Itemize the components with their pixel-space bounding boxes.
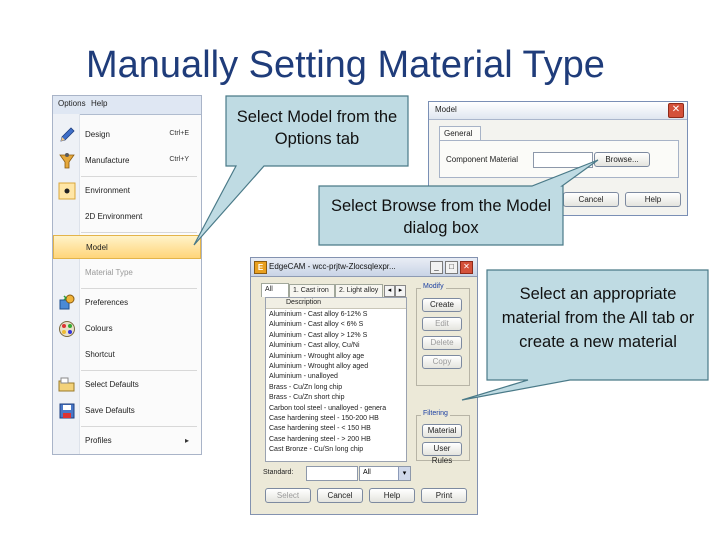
callout-material-text: Select an appropriate material from the … — [501, 285, 695, 351]
callout-model-text: Select Model from the Options tab — [236, 108, 398, 148]
callout-layer — [193, 95, 709, 401]
callout-browse-text: Select Browse from the Model dialog box — [330, 197, 552, 237]
